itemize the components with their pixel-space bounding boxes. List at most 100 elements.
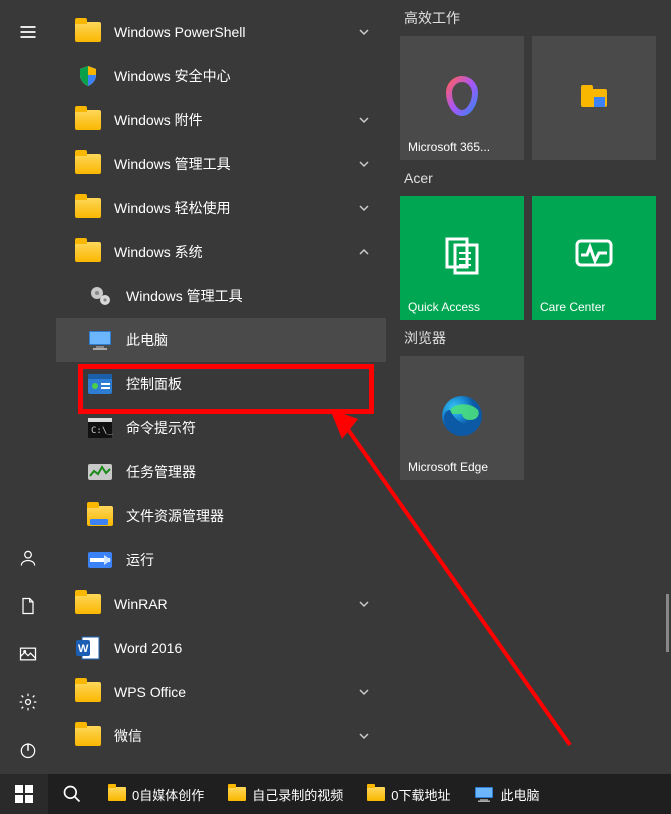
this-pc-icon: [87, 329, 113, 351]
app-label: Windows 管理工具: [114, 154, 350, 174]
app-label: WPS Office: [114, 684, 350, 700]
chevron-down-icon: [350, 590, 378, 618]
tile-label: Microsoft Edge: [408, 460, 488, 474]
tile-group-header[interactable]: Acer: [400, 160, 657, 196]
m365-icon: [439, 73, 485, 124]
start-rail: [0, 0, 56, 774]
tiles-area: 高效工作 Microsoft 365... Acer Quick Access Care…: [386, 0, 671, 774]
shield-icon: [76, 64, 100, 88]
app-item-13[interactable]: WinRAR: [56, 582, 386, 626]
taskbar-item-3[interactable]: 此电脑: [462, 774, 551, 814]
user-button[interactable]: [0, 534, 56, 582]
word-icon: W: [75, 635, 101, 661]
app-label: WinRAR: [114, 596, 350, 612]
cmd-icon: C:\_: [87, 417, 113, 439]
chevron-down-icon: [350, 106, 378, 134]
folder-icon: [75, 110, 101, 130]
quick-access-icon: [437, 231, 487, 286]
taskbar-item-1[interactable]: 自己录制的视频: [216, 774, 355, 814]
run-icon: [87, 549, 113, 571]
gears-icon: [87, 283, 113, 309]
taskbar-item-label: 此电脑: [500, 785, 539, 804]
app-label: 此电脑: [126, 330, 378, 350]
app-item-12[interactable]: 运行: [56, 538, 386, 582]
app-label: 文件资源管理器: [126, 506, 378, 526]
app-item-14[interactable]: W Word 2016: [56, 626, 386, 670]
folder-icon: [75, 726, 101, 746]
app-item-9[interactable]: C:\_ 命令提示符: [56, 406, 386, 450]
chevron-down-icon: [350, 678, 378, 706]
pictures-button[interactable]: [0, 630, 56, 678]
documents-button[interactable]: [0, 582, 56, 630]
tile-quick-access[interactable]: Quick Access: [400, 196, 524, 320]
taskbar-item-label: 0自媒体创作: [132, 785, 204, 804]
care-center-icon: [569, 231, 619, 286]
app-label: 命令提示符: [126, 418, 378, 438]
app-item-2[interactable]: Windows 附件: [56, 98, 386, 142]
taskbar-item-label: 0下载地址: [391, 785, 450, 804]
folder-icon: [108, 787, 126, 801]
folder-icon: [75, 154, 101, 174]
app-label: 控制面板: [126, 374, 378, 394]
start-button[interactable]: [0, 774, 48, 814]
tile-label: Care Center: [540, 300, 605, 314]
tile-store-folder[interactable]: [532, 36, 656, 160]
control-panel-icon: [87, 373, 113, 395]
app-label: Windows 系统: [114, 242, 350, 262]
taskbar-item-label: 自己录制的视频: [252, 785, 343, 804]
chevron-up-icon: [350, 238, 378, 266]
explorer-icon: [87, 506, 113, 526]
app-label: Windows 轻松使用: [114, 198, 350, 218]
settings-button[interactable]: [0, 678, 56, 726]
tile-group-header[interactable]: 浏览器: [400, 320, 657, 356]
folder-icon: [75, 22, 101, 42]
tile-label: Quick Access: [408, 300, 480, 314]
folder-icon: [75, 242, 101, 262]
scrollbar-thumb[interactable]: [666, 594, 669, 652]
app-item-6[interactable]: Windows 管理工具: [56, 274, 386, 318]
power-button[interactable]: [0, 726, 56, 774]
app-item-5[interactable]: Windows 系统: [56, 230, 386, 274]
chevron-down-icon: [350, 18, 378, 46]
svg-text:W: W: [78, 643, 89, 655]
app-item-15[interactable]: WPS Office: [56, 670, 386, 714]
taskbar-item-0[interactable]: 0自媒体创作: [96, 774, 216, 814]
tile-care-center[interactable]: Care Center: [532, 196, 656, 320]
apps-list: Windows PowerShell Windows 安全中心 Windows 附件…: [56, 0, 386, 774]
app-label: Windows 安全中心: [114, 66, 378, 86]
app-item-10[interactable]: 任务管理器: [56, 450, 386, 494]
taskmgr-icon: [87, 461, 113, 483]
app-item-11[interactable]: 文件资源管理器: [56, 494, 386, 538]
app-item-7[interactable]: 此电脑: [56, 318, 386, 362]
folder-icon: [228, 787, 246, 801]
app-item-8[interactable]: 控制面板: [56, 362, 386, 406]
store-folder-icon: [579, 83, 609, 114]
tile-m365[interactable]: Microsoft 365...: [400, 36, 524, 160]
hamburger-button[interactable]: [0, 8, 56, 56]
app-label: Word 2016: [114, 640, 378, 656]
app-item-16[interactable]: 微信: [56, 714, 386, 758]
chevron-down-icon: [350, 194, 378, 222]
app-label: Windows 附件: [114, 110, 350, 130]
app-label: Windows PowerShell: [114, 24, 350, 40]
tile-label: Microsoft 365...: [408, 140, 490, 154]
tile-group-header[interactable]: 高效工作: [400, 0, 657, 36]
this-pc-icon: [474, 786, 494, 802]
app-item-0[interactable]: Windows PowerShell: [56, 10, 386, 54]
app-item-1[interactable]: Windows 安全中心: [56, 54, 386, 98]
folder-icon: [367, 787, 385, 801]
app-label: 微信: [114, 726, 350, 746]
folder-icon: [75, 198, 101, 218]
chevron-down-icon: [350, 150, 378, 178]
app-item-4[interactable]: Windows 轻松使用: [56, 186, 386, 230]
chevron-down-icon: [350, 722, 378, 750]
svg-text:C:\_: C:\_: [91, 426, 113, 436]
tile-edge[interactable]: Microsoft Edge: [400, 356, 524, 480]
search-button[interactable]: [48, 774, 96, 814]
taskbar-item-2[interactable]: 0下载地址: [355, 774, 462, 814]
app-item-3[interactable]: Windows 管理工具: [56, 142, 386, 186]
edge-icon: [438, 392, 486, 445]
app-label: 运行: [126, 550, 378, 570]
folder-icon: [75, 594, 101, 614]
taskbar: 0自媒体创作 自己录制的视频 0下载地址 此电脑: [0, 774, 671, 814]
